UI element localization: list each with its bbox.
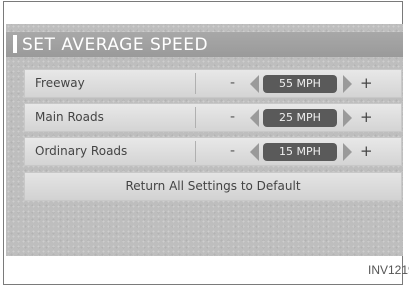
increase-button[interactable]: + (360, 74, 373, 92)
row-label: Main Roads (35, 110, 104, 124)
decrease-button[interactable]: - (230, 109, 235, 125)
row-divider (195, 107, 196, 128)
speed-value: 55 MPH (263, 75, 337, 93)
main-roads-row[interactable]: Main Roads - 25 MPH + (24, 103, 402, 132)
row-label: Ordinary Roads (35, 144, 128, 158)
arrow-right-icon[interactable] (343, 109, 352, 127)
increase-button[interactable]: + (360, 108, 373, 126)
decrease-button[interactable]: - (230, 75, 235, 91)
row-divider (195, 73, 196, 94)
row-label: Freeway (35, 76, 85, 90)
speed-value: 15 MPH (263, 143, 337, 161)
nav-screen: SET AVERAGE SPEED Freeway - 55 MPH + Mai… (6, 24, 403, 256)
arrow-left-icon[interactable] (250, 109, 259, 127)
screen-title: SET AVERAGE SPEED (22, 35, 209, 55)
row-divider (195, 141, 196, 162)
arrow-right-icon[interactable] (343, 143, 352, 161)
title-bar: SET AVERAGE SPEED (6, 32, 403, 57)
increase-button[interactable]: + (360, 142, 373, 160)
reset-defaults-button[interactable]: Return All Settings to Default (24, 172, 402, 201)
speed-value: 25 MPH (263, 109, 337, 127)
freeway-row[interactable]: Freeway - 55 MPH + (24, 69, 402, 98)
arrow-left-icon[interactable] (250, 143, 259, 161)
decrease-button[interactable]: - (230, 143, 235, 159)
arrow-right-icon[interactable] (343, 75, 352, 93)
ordinary-roads-row[interactable]: Ordinary Roads - 15 MPH + (24, 137, 402, 166)
figure-code: INV1219 (368, 263, 409, 277)
title-accent-bar (13, 35, 17, 53)
speed-settings-list: Freeway - 55 MPH + Main Roads - 25 MPH +… (24, 69, 402, 171)
arrow-left-icon[interactable] (250, 75, 259, 93)
